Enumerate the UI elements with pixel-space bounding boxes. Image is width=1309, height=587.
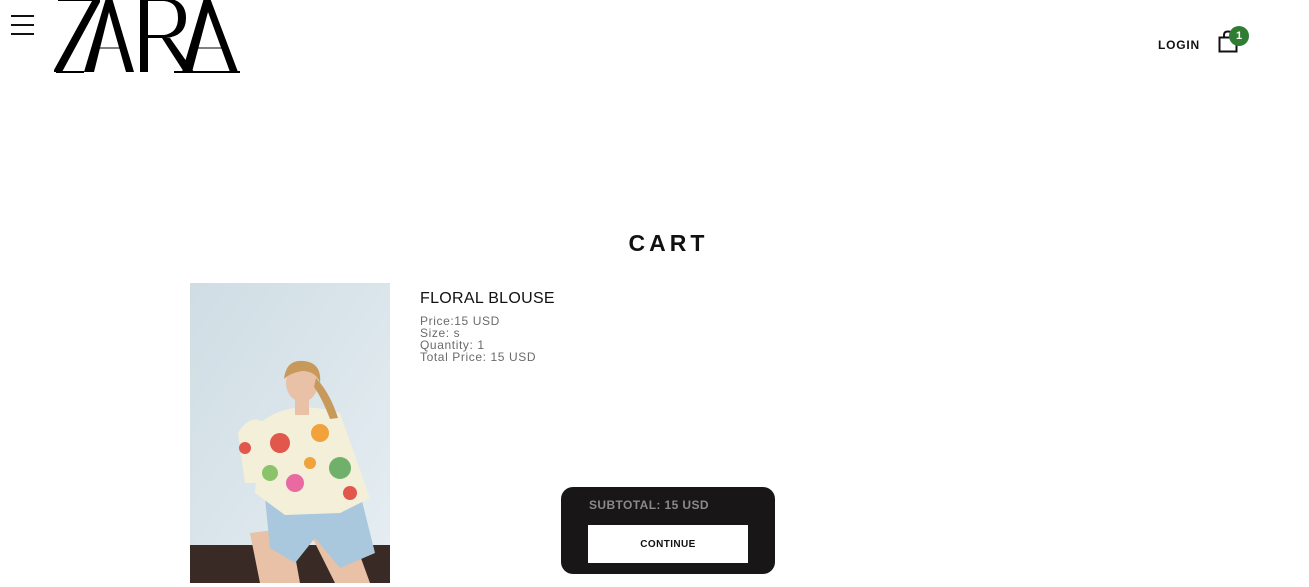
product-total-price: Total Price: 15 USD [420,350,537,364]
cart-count-badge: 1 [1229,26,1249,46]
continue-button[interactable]: CONTINUE [588,525,748,563]
login-link[interactable]: LOGIN [1158,38,1200,52]
product-details: Price:15 USD Size: s Quantity: 1 Total P… [420,315,536,363]
cart-page: LOGIN 1 CART FLORAL BLOUSE Price:15 USD … [0,0,1309,587]
menu-icon[interactable] [11,15,34,37]
product-image[interactable] [190,283,390,583]
product-name[interactable]: FLORAL BLOUSE [420,290,555,308]
cart-summary-panel: SUBTOTAL: 15 USD CONTINUE [561,487,775,574]
subtotal-label: SUBTOTAL: 15 USD [589,498,709,512]
zara-logo[interactable] [54,0,242,74]
page-title: CART [628,230,709,256]
